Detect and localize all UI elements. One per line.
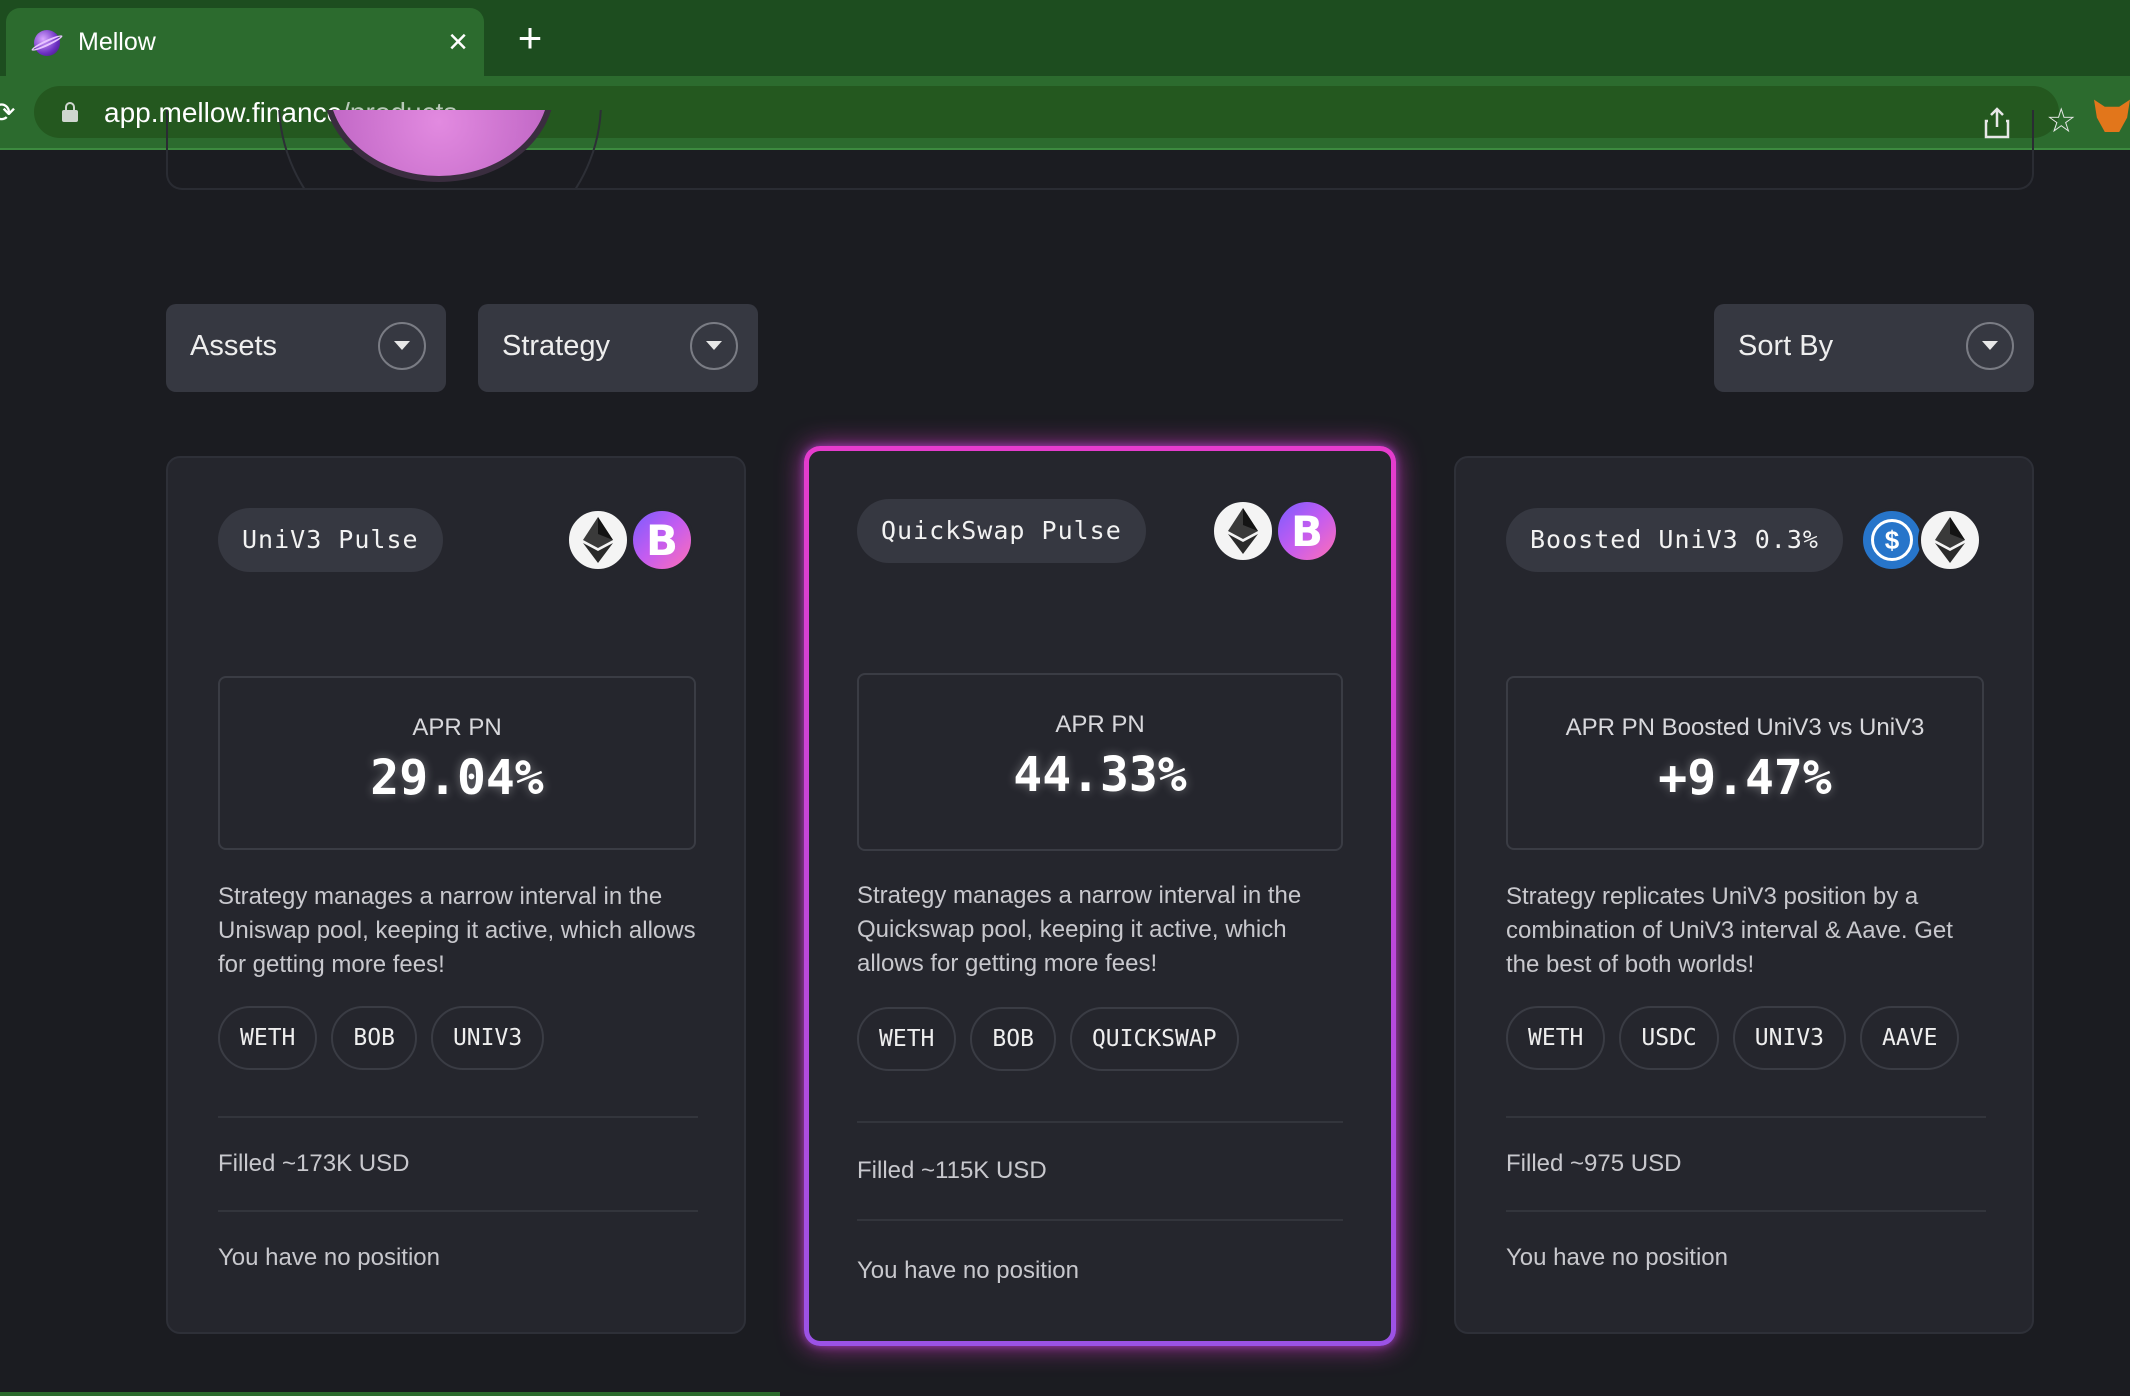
asset-tags: WETH USDC UNIV3 AAVE — [1506, 1006, 1960, 1070]
asset-tags: WETH BOB UNIV3 — [218, 1006, 545, 1070]
lock-icon[interactable] — [62, 102, 78, 122]
eth-icon — [1211, 499, 1275, 563]
sort-by-dropdown[interactable]: Sort By — [1714, 304, 2034, 392]
browser-tab[interactable]: Mellow × — [6, 8, 484, 76]
apr-box: APR PN 29.04% — [218, 676, 696, 850]
divider — [857, 1121, 1343, 1123]
metamask-extension-icon[interactable] — [2094, 99, 2130, 132]
apr-label: APR PN — [1055, 711, 1145, 738]
tag-chip: WETH — [1506, 1006, 1606, 1070]
assets-filter-label: Assets — [190, 330, 278, 362]
tag-chip: UNIV3 — [1732, 1006, 1847, 1070]
tag-chip: USDC — [1619, 1006, 1719, 1070]
filled-amount: Filled ~115K USD — [857, 1157, 1047, 1184]
divider — [1506, 1116, 1986, 1118]
product-name-badge: QuickSwap Pulse — [857, 499, 1146, 563]
divider — [218, 1210, 698, 1212]
reload-icon[interactable]: ⟳ — [0, 96, 15, 128]
bob-icon: B — [630, 508, 694, 572]
filled-amount: Filled ~173K USD — [218, 1150, 410, 1177]
tag-chip: UNIV3 — [430, 1006, 545, 1070]
tag-chip: AAVE — [1860, 1006, 1960, 1070]
bottom-scroll-indicator — [0, 1392, 780, 1396]
apr-label: APR PN Boosted UniV3 vs UniV3 — [1565, 714, 1925, 741]
chevron-down-icon[interactable] — [690, 322, 738, 370]
product-card-univ3-pulse[interactable]: UniV3 Pulse B APR PN 29.04% Strategy man… — [166, 456, 746, 1334]
chevron-down-icon[interactable] — [378, 322, 426, 370]
strategy-filter-dropdown[interactable]: Strategy — [478, 304, 758, 392]
tag-chip: BOB — [331, 1006, 417, 1070]
product-name-badge: Boosted UniV3 0.3% — [1506, 508, 1843, 572]
position-status: You have no position — [218, 1244, 440, 1271]
apr-box: APR PN Boosted UniV3 vs UniV3 +9.47% — [1506, 676, 1984, 850]
divider — [857, 1219, 1343, 1221]
browser-tabstrip: Mellow × + — [0, 0, 2130, 76]
hero-card — [166, 110, 2034, 190]
usdc-icon: $ — [1860, 508, 1924, 572]
apr-value: 29.04% — [370, 750, 544, 806]
eth-icon — [566, 508, 630, 572]
product-name-badge: UniV3 Pulse — [218, 508, 443, 572]
sort-by-label: Sort By — [1738, 330, 1834, 362]
product-card-quickswap-pulse[interactable]: QuickSwap Pulse B APR PN 44.33% Strategy… — [804, 446, 1396, 1346]
apr-label: APR PN — [412, 714, 502, 741]
tag-chip: WETH — [218, 1006, 318, 1070]
tab-title: Mellow — [78, 28, 156, 56]
product-card-boosted-univ3[interactable]: Boosted UniV3 0.3% $ APR PN Boosted UniV… — [1454, 456, 2034, 1334]
apr-value: 44.33% — [1013, 747, 1187, 803]
divider — [218, 1116, 698, 1118]
apr-value: +9.47% — [1658, 750, 1832, 806]
strategy-description: Strategy replicates UniV3 position by a … — [1506, 883, 1953, 978]
position-status: You have no position — [857, 1257, 1079, 1284]
strategy-filter-label: Strategy — [502, 330, 610, 362]
divider — [1506, 1210, 1986, 1212]
chevron-down-icon[interactable] — [1966, 322, 2014, 370]
apr-box: APR PN 44.33% — [857, 673, 1343, 851]
tag-chip: WETH — [857, 1007, 957, 1071]
bob-icon: B — [1275, 499, 1339, 563]
new-tab-button[interactable]: + — [510, 17, 550, 59]
strategy-description: Strategy manages a narrow interval in th… — [857, 882, 1302, 977]
position-status: You have no position — [1506, 1244, 1728, 1271]
strategy-description: Strategy manages a narrow interval in th… — [218, 883, 696, 978]
filled-amount: Filled ~975 USD — [1506, 1150, 1682, 1177]
eth-icon — [1918, 508, 1982, 572]
asset-tags: WETH BOB QUICKSWAP — [857, 1007, 1239, 1071]
tag-chip: QUICKSWAP — [1069, 1007, 1239, 1071]
mellow-favicon-icon — [34, 30, 60, 56]
assets-filter-dropdown[interactable]: Assets — [166, 304, 446, 392]
bookmark-star-icon[interactable]: ☆ — [2046, 104, 2078, 138]
tag-chip: BOB — [970, 1007, 1056, 1071]
tab-close-icon[interactable]: × — [438, 22, 478, 62]
